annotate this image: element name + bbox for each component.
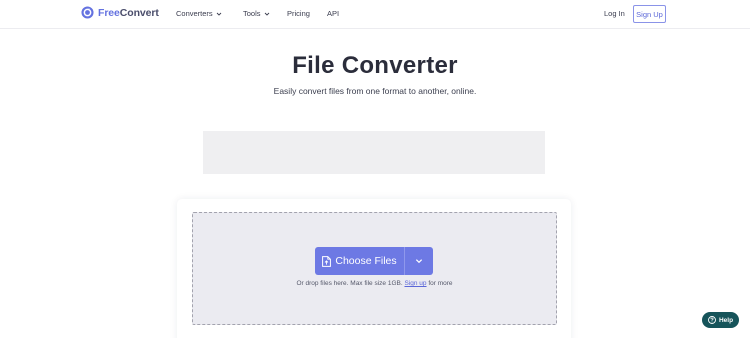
nav-converters-label: Converters xyxy=(176,9,213,18)
drop-hint-text: Or drop files here. Max file size 1GB. xyxy=(296,280,403,287)
logo-icon xyxy=(81,6,94,19)
choose-files-dropdown[interactable] xyxy=(405,247,433,275)
chevron-down-icon xyxy=(415,259,423,264)
nav-api[interactable]: API xyxy=(327,9,339,18)
drop-hint: Or drop files here. Max file size 1GB. S… xyxy=(192,280,557,287)
chevron-down-icon xyxy=(264,12,269,16)
logo[interactable]: FreeConvert xyxy=(81,6,159,19)
drop-hint-suffix: for more xyxy=(428,280,453,287)
signup-button[interactable]: Sign Up xyxy=(633,5,666,23)
signup-link[interactable]: Sign up xyxy=(404,280,426,287)
file-icon xyxy=(322,255,332,267)
choose-files-label: Choose Files xyxy=(335,255,397,267)
ad-placeholder xyxy=(203,131,545,174)
nav-api-label: API xyxy=(327,9,340,18)
nav-tools[interactable]: Tools xyxy=(243,9,270,18)
page-title: File Converter xyxy=(292,52,458,79)
choose-files-button[interactable]: Choose Files xyxy=(315,247,433,275)
help-label: Help xyxy=(718,316,734,324)
help-button[interactable]: Help xyxy=(702,312,739,328)
help-icon xyxy=(708,316,716,324)
login-link[interactable]: Log In xyxy=(604,9,625,18)
nav-converters[interactable]: Converters xyxy=(176,9,222,18)
nav-pricing[interactable]: Pricing xyxy=(287,9,310,18)
nav-tools-label: Tools xyxy=(243,9,261,18)
top-navbar: FreeConvert Converters Tools Pricing API… xyxy=(0,0,750,29)
choose-files-main[interactable]: Choose Files xyxy=(315,247,404,275)
logo-text-free: Free xyxy=(98,6,120,19)
page-subtitle: Easily convert files from one format to … xyxy=(273,86,477,96)
logo-text-convert: Convert xyxy=(119,6,159,19)
chevron-down-icon xyxy=(216,12,222,16)
nav-pricing-label: Pricing xyxy=(287,9,310,18)
logo-text: FreeConvert xyxy=(98,7,159,19)
